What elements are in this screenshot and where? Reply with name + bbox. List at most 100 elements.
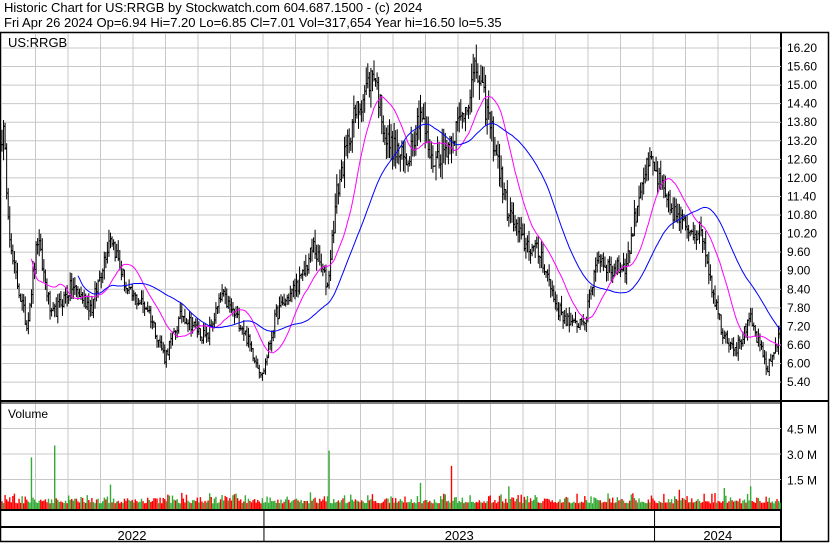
volume-bar xyxy=(10,502,12,509)
volume-bar xyxy=(111,502,113,509)
volume-bar xyxy=(222,500,225,509)
volume-bar xyxy=(309,492,312,509)
volume-bar xyxy=(36,502,39,509)
volume-bar xyxy=(78,502,81,509)
volume-bar xyxy=(350,494,352,509)
volume-bar xyxy=(677,500,679,509)
volume-bar xyxy=(75,498,78,509)
volume-bar xyxy=(579,502,581,509)
volume-bar xyxy=(715,502,718,509)
volume-bar xyxy=(706,501,708,509)
volume-bar xyxy=(646,503,648,509)
volume-bar xyxy=(447,500,450,509)
volume-bar xyxy=(5,499,8,509)
volume-bar xyxy=(109,484,112,509)
volume-bar xyxy=(506,502,508,509)
volume-bar xyxy=(627,503,629,509)
volume-bar xyxy=(9,497,11,509)
volume-bar xyxy=(258,501,260,509)
volume-bar xyxy=(266,496,268,509)
price-tick-label: 14.40 xyxy=(787,97,817,111)
volume-bar xyxy=(553,502,555,509)
volume-bar xyxy=(305,501,307,509)
volume-bar xyxy=(185,494,188,509)
volume-bar xyxy=(543,498,546,509)
volume-bar xyxy=(302,503,304,509)
volume-bar xyxy=(591,503,594,509)
volume-bar xyxy=(221,495,223,509)
price-tick-label: 8.40 xyxy=(787,282,811,296)
volume-bar xyxy=(457,502,459,509)
volume-bar xyxy=(12,496,14,509)
volume-bar xyxy=(647,499,650,509)
volume-bar xyxy=(426,499,428,509)
volume-bar xyxy=(584,496,586,509)
volume-bar xyxy=(526,496,529,509)
volume-bar xyxy=(742,500,744,509)
volume-bar xyxy=(140,498,143,509)
volume-bar xyxy=(346,502,349,509)
volume-bar xyxy=(674,496,676,509)
volume-bar xyxy=(371,494,374,509)
volume-bar xyxy=(191,500,194,509)
volume-bar xyxy=(762,502,764,509)
volume-bar xyxy=(379,503,381,509)
volume-bar xyxy=(636,502,639,509)
volume-bar xyxy=(393,502,395,509)
volume-bar xyxy=(148,499,150,509)
volume-bar xyxy=(249,500,251,509)
volume-bar xyxy=(488,496,490,509)
volume-bar xyxy=(567,497,569,509)
volume-bar xyxy=(480,502,482,509)
volume-bar xyxy=(470,501,473,509)
volume-bar xyxy=(229,498,231,509)
volume-bar xyxy=(598,500,600,509)
volume-bar xyxy=(438,503,440,509)
price-tick-label: 10.20 xyxy=(787,227,817,241)
volume-bar xyxy=(703,493,705,509)
volume-bar xyxy=(102,501,104,509)
volume-bar xyxy=(701,502,704,509)
volume-bar xyxy=(230,500,233,509)
volume-bar xyxy=(723,488,725,509)
volume-bar xyxy=(294,499,296,509)
volume-bar xyxy=(125,500,127,509)
volume-bar xyxy=(147,497,149,509)
volume-bar xyxy=(303,501,305,509)
volume-bar xyxy=(612,497,614,509)
volume-bar xyxy=(326,496,329,509)
volume-bar xyxy=(596,499,598,509)
volume-bar xyxy=(145,502,147,509)
volume-bar xyxy=(174,500,177,509)
volume-bar xyxy=(396,502,398,509)
volume-bar xyxy=(550,501,552,509)
volume-bar xyxy=(692,502,694,509)
volume-bar xyxy=(576,493,578,509)
volume-bar xyxy=(633,497,636,509)
volume-bar xyxy=(653,500,656,509)
volume-bar xyxy=(311,500,313,509)
volume-bar xyxy=(422,501,425,509)
volume-bar xyxy=(763,502,766,509)
volume-bar xyxy=(207,500,209,509)
volume-bar xyxy=(494,500,496,509)
volume-bar xyxy=(754,502,756,509)
volume-bar xyxy=(204,500,206,509)
volume-bar xyxy=(570,503,572,509)
volume-bar xyxy=(323,496,326,509)
price-tick-label: 13.80 xyxy=(787,115,817,129)
volume-bar xyxy=(443,493,445,509)
volume-bar xyxy=(143,503,146,509)
volume-bar xyxy=(41,501,43,509)
volume-bar xyxy=(295,498,298,509)
volume-bar xyxy=(695,500,698,509)
volume-bar xyxy=(286,496,288,509)
price-tick-label: 9.00 xyxy=(787,264,811,278)
symbol-label: US:RRGB xyxy=(8,35,67,50)
volume-bar xyxy=(444,494,446,509)
volume-bar xyxy=(585,499,588,509)
volume-bar xyxy=(77,501,79,509)
volume-bar xyxy=(511,497,513,509)
volume-bar xyxy=(581,501,583,509)
volume-bar xyxy=(198,502,200,509)
